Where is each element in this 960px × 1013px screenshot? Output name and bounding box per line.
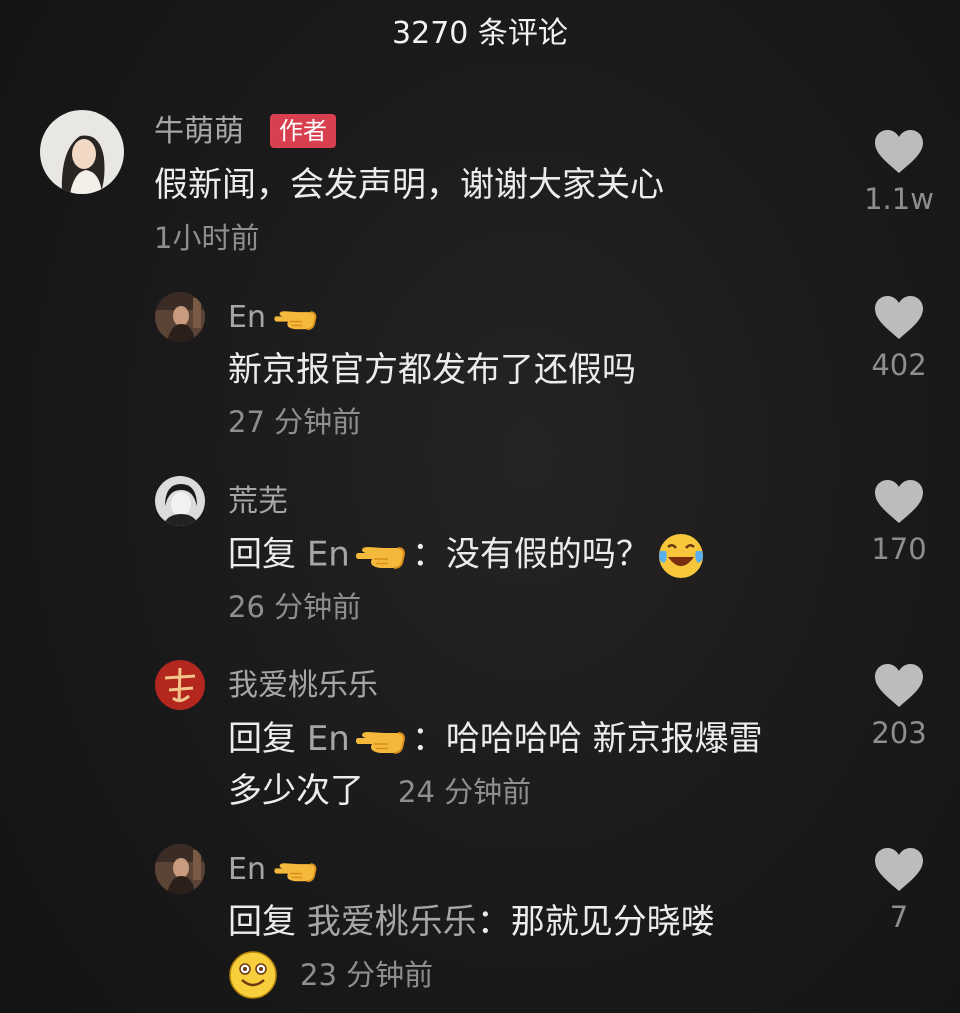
like-button[interactable]: 203 — [854, 664, 944, 752]
comment-time: 24 分钟前 — [398, 775, 532, 809]
comment-username[interactable]: 我爱桃乐乐 — [228, 666, 378, 706]
like-count: 203 — [871, 716, 927, 750]
avatar[interactable] — [155, 844, 205, 894]
comments-panel: 3270 条评论 牛萌萌 作者 假新闻，会发声明，谢谢大家关心 1小时前 1.1… — [0, 0, 960, 1013]
like-count: 402 — [871, 348, 927, 382]
like-count: 1.1w — [864, 182, 934, 216]
heart-icon — [875, 130, 923, 174]
like-button[interactable]: 170 — [854, 480, 944, 568]
reply-target-user[interactable]: 我爱桃乐乐 — [307, 902, 477, 942]
comment-count-title: 3270 条评论 — [392, 16, 568, 51]
author-badge: 作者 — [270, 114, 336, 148]
calligraphy-avatar-icon — [155, 660, 205, 710]
reply-target-user[interactable]: En — [307, 719, 350, 759]
avatar[interactable] — [40, 110, 124, 194]
comment-text-continued: 多少次了 — [228, 771, 364, 811]
like-count: 170 — [871, 532, 927, 566]
avatar[interactable] — [155, 476, 205, 526]
comment-text: 新京报官方都发布了还假吗 — [228, 350, 636, 390]
comment-text: 回复 En ：没有假的吗？ — [228, 531, 706, 581]
pointing-hand-emoji — [272, 307, 318, 331]
avatar[interactable] — [155, 292, 205, 342]
comment-time: 27 分钟前 — [228, 405, 362, 439]
comment-time: 23 分钟前 — [300, 958, 434, 992]
portrait-avatar-icon — [155, 844, 205, 894]
comment-text: 回复 我爱桃乐乐：那就见分晓喽 — [228, 902, 715, 942]
comment-time: 1小时前 — [154, 221, 260, 255]
comment-text: 回复 En ：哈哈哈哈 新京报爆雷 — [228, 719, 763, 759]
comment-username[interactable]: En — [228, 850, 318, 890]
comment-username[interactable]: 牛萌萌 — [154, 112, 244, 152]
like-button[interactable]: 7 — [854, 848, 944, 936]
heart-icon — [875, 480, 923, 524]
reply-target-user[interactable]: En — [307, 535, 350, 575]
like-button[interactable]: 402 — [854, 296, 944, 384]
pointing-hand-emoji — [354, 542, 406, 570]
pointing-hand-emoji — [272, 859, 318, 883]
comment-username[interactable]: En — [228, 298, 318, 338]
laughing-crying-emoji — [658, 534, 703, 578]
heart-icon — [875, 664, 923, 708]
portrait-avatar-icon — [155, 292, 205, 342]
like-button[interactable]: 1.1w — [854, 130, 944, 218]
heart-icon — [875, 848, 923, 892]
smiling-emoji — [229, 951, 277, 999]
portrait-avatar-icon — [40, 110, 124, 194]
comment-username[interactable]: 荒芜 — [228, 482, 288, 522]
avatar[interactable] — [155, 660, 205, 710]
comment-time: 26 分钟前 — [228, 590, 362, 624]
like-count: 7 — [889, 900, 909, 934]
heart-icon — [875, 296, 923, 340]
comment-text: 假新闻，会发声明，谢谢大家关心 — [154, 165, 664, 205]
portrait-avatar-icon — [155, 476, 205, 526]
pointing-hand-emoji — [354, 727, 406, 755]
